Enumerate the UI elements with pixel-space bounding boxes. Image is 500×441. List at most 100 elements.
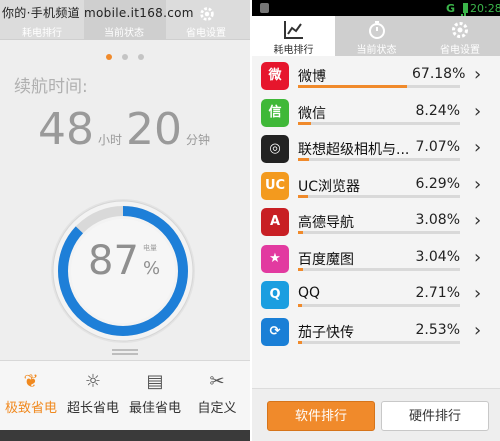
app-row[interactable]: ⟳ 茄子快传 2.53% › <box>252 314 500 351</box>
mode-label: 极致省电 <box>4 401 57 416</box>
usage-bar-track <box>298 85 460 88</box>
camera-icon: ◎ <box>261 135 289 163</box>
usage-bar-track <box>298 267 460 271</box>
usage-bar-track <box>298 304 460 307</box>
app-name: UC浏览器 <box>298 178 361 195</box>
app-row[interactable]: 微微博 67.18% › <box>252 58 500 95</box>
usage-bar-track <box>298 340 460 344</box>
uc-browser-icon: UC <box>261 171 289 200</box>
mode-bar: ❦ 极致省电 ☼ 超长省电 ▤ 最佳省电 ✂ 自定义 <box>0 360 250 430</box>
app-percent: 3.04% <box>415 248 460 265</box>
chevron-right-icon: › <box>474 246 482 268</box>
software-ranking-button[interactable]: 软件排行 <box>267 401 375 431</box>
app-name: 茄子快传 <box>298 324 354 341</box>
mode-extreme-saving[interactable]: ❦ 极致省电 <box>0 369 62 416</box>
gear-icon <box>452 22 468 38</box>
app-percent: 3.08% <box>415 212 460 228</box>
mode-label: 最佳省电 <box>128 401 181 416</box>
usage-bar-track <box>298 158 460 161</box>
usage-bar-fill <box>298 158 309 161</box>
app-name: 微博 <box>298 69 326 85</box>
network-type: G <box>446 2 456 15</box>
usage-bar-track <box>298 194 460 198</box>
right-phone-screen: G 20:28 耗电排行 当前状态 省电设置 微微博 67.18% › 信 微信… <box>250 0 500 441</box>
hours-unit: 小时 <box>98 133 123 147</box>
usage-bar-fill <box>298 267 303 271</box>
usage-bar-fill <box>298 121 311 125</box>
app-row[interactable]: Q QQ 2.71% › <box>252 277 500 314</box>
qq-icon: Q <box>261 281 289 309</box>
usage-bar-fill <box>298 304 302 307</box>
left-tab-bar: 你的·手机频道 mobile.it168.com 耗电排行 当前状态 省电设置 <box>0 0 250 40</box>
tab-current-status[interactable]: 当前状态 <box>84 24 164 39</box>
app-name: 微信 <box>298 105 326 122</box>
app-usage-list: 微微博 67.18% › 信微信 8.24% › ◎ 联想超级相机与... 7.07% › UC UC… <box>252 58 500 350</box>
wechat-icon: 信 <box>261 98 289 127</box>
app-percent: 2.53% <box>415 321 460 338</box>
tab-current-status[interactable]: 当前状态 <box>335 16 418 56</box>
weibo-icon: 微 <box>261 62 289 90</box>
tab-power-settings[interactable]: 省电设置 <box>418 16 500 56</box>
chevron-right-icon: › <box>474 319 482 341</box>
percent-sign: % <box>143 258 161 279</box>
nav-bar <box>0 430 250 441</box>
chevron-right-icon: › <box>474 64 482 85</box>
lightbulb-icon: ☼ <box>84 371 102 392</box>
lightbulb-cluster-icon: ❦ <box>23 371 39 392</box>
right-tab-bar: 耗电排行 当前状态 省电设置 <box>252 16 500 56</box>
usage-bar-track <box>298 231 460 234</box>
app-percent: 2.71% <box>415 285 460 301</box>
stopwatch-icon <box>368 21 385 39</box>
amap-icon: A <box>261 208 289 236</box>
endurance-time: 48 小时20 分钟 <box>38 104 214 155</box>
mode-best-saving[interactable]: ▤ 最佳省电 <box>124 369 186 416</box>
minutes-unit: 分钟 <box>186 133 211 147</box>
endurance-label: 续航时间: <box>14 77 88 97</box>
app-row[interactable]: UC UC浏览器 6.29% › <box>252 168 500 205</box>
app-row[interactable]: 信微信 8.24% › <box>252 95 500 132</box>
chevron-right-icon: › <box>474 137 482 158</box>
tools-icon: ✂ <box>209 371 225 392</box>
app-percent: 7.07% <box>415 139 460 155</box>
chart-icon <box>283 21 303 39</box>
battery-unit-label: 电量 <box>143 244 157 252</box>
minutes-value: 20 <box>126 104 183 155</box>
app-row[interactable]: ◎ 联想超级相机与... 7.07% › <box>252 131 500 168</box>
battery-icon: ▤ <box>146 371 164 392</box>
app-name: QQ <box>298 285 321 301</box>
usage-bar-fill <box>298 231 303 234</box>
app-row[interactable]: A 高德导航 3.08% › <box>252 204 500 241</box>
tab-power-ranking[interactable]: 耗电排行 <box>252 16 335 56</box>
page-dot <box>122 54 128 60</box>
chevron-right-icon: › <box>474 100 482 122</box>
drawer-handle[interactable] <box>112 349 138 356</box>
ranking-toggle-bar: 软件排行 硬件排行 <box>252 388 500 441</box>
tab-label: 当前状态 <box>356 45 397 56</box>
hours-value: 48 <box>38 104 94 155</box>
usage-bar-fill <box>298 85 407 88</box>
app-percent: 8.24% <box>415 102 460 119</box>
app-percent: 6.29% <box>415 175 460 192</box>
left-phone-screen: 你的·手机频道 mobile.it168.com 耗电排行 当前状态 省电设置 … <box>0 0 250 441</box>
usage-bar-fill <box>298 194 308 198</box>
qiezi-share-icon: ⟳ <box>261 317 289 346</box>
mode-long-saving[interactable]: ☼ 超长省电 <box>62 369 124 416</box>
mode-custom[interactable]: ✂ 自定义 <box>186 369 248 416</box>
app-name: 高德导航 <box>298 215 354 231</box>
gear-icon <box>200 7 214 21</box>
chevron-right-icon: › <box>474 173 482 195</box>
app-row[interactable]: ★ 百度魔图 3.04% › <box>252 241 500 278</box>
chevron-right-icon: › <box>474 283 482 304</box>
page-dot <box>106 54 112 60</box>
app-name: 百度魔图 <box>298 251 354 268</box>
usage-bar-track <box>298 121 460 125</box>
tab-power-settings[interactable]: 省电设置 <box>166 24 246 39</box>
tab-power-ranking[interactable]: 耗电排行 <box>2 24 82 39</box>
hardware-ranking-button[interactable]: 硬件排行 <box>381 401 489 431</box>
chevron-right-icon: › <box>474 210 482 231</box>
mode-label: 超长省电 <box>66 401 119 416</box>
app-percent: 67.18% <box>412 66 466 82</box>
page-dot <box>138 54 144 60</box>
site-watermark: 你的·手机频道 mobile.it168.com <box>2 6 194 20</box>
tab-label: 省电设置 <box>440 45 480 56</box>
